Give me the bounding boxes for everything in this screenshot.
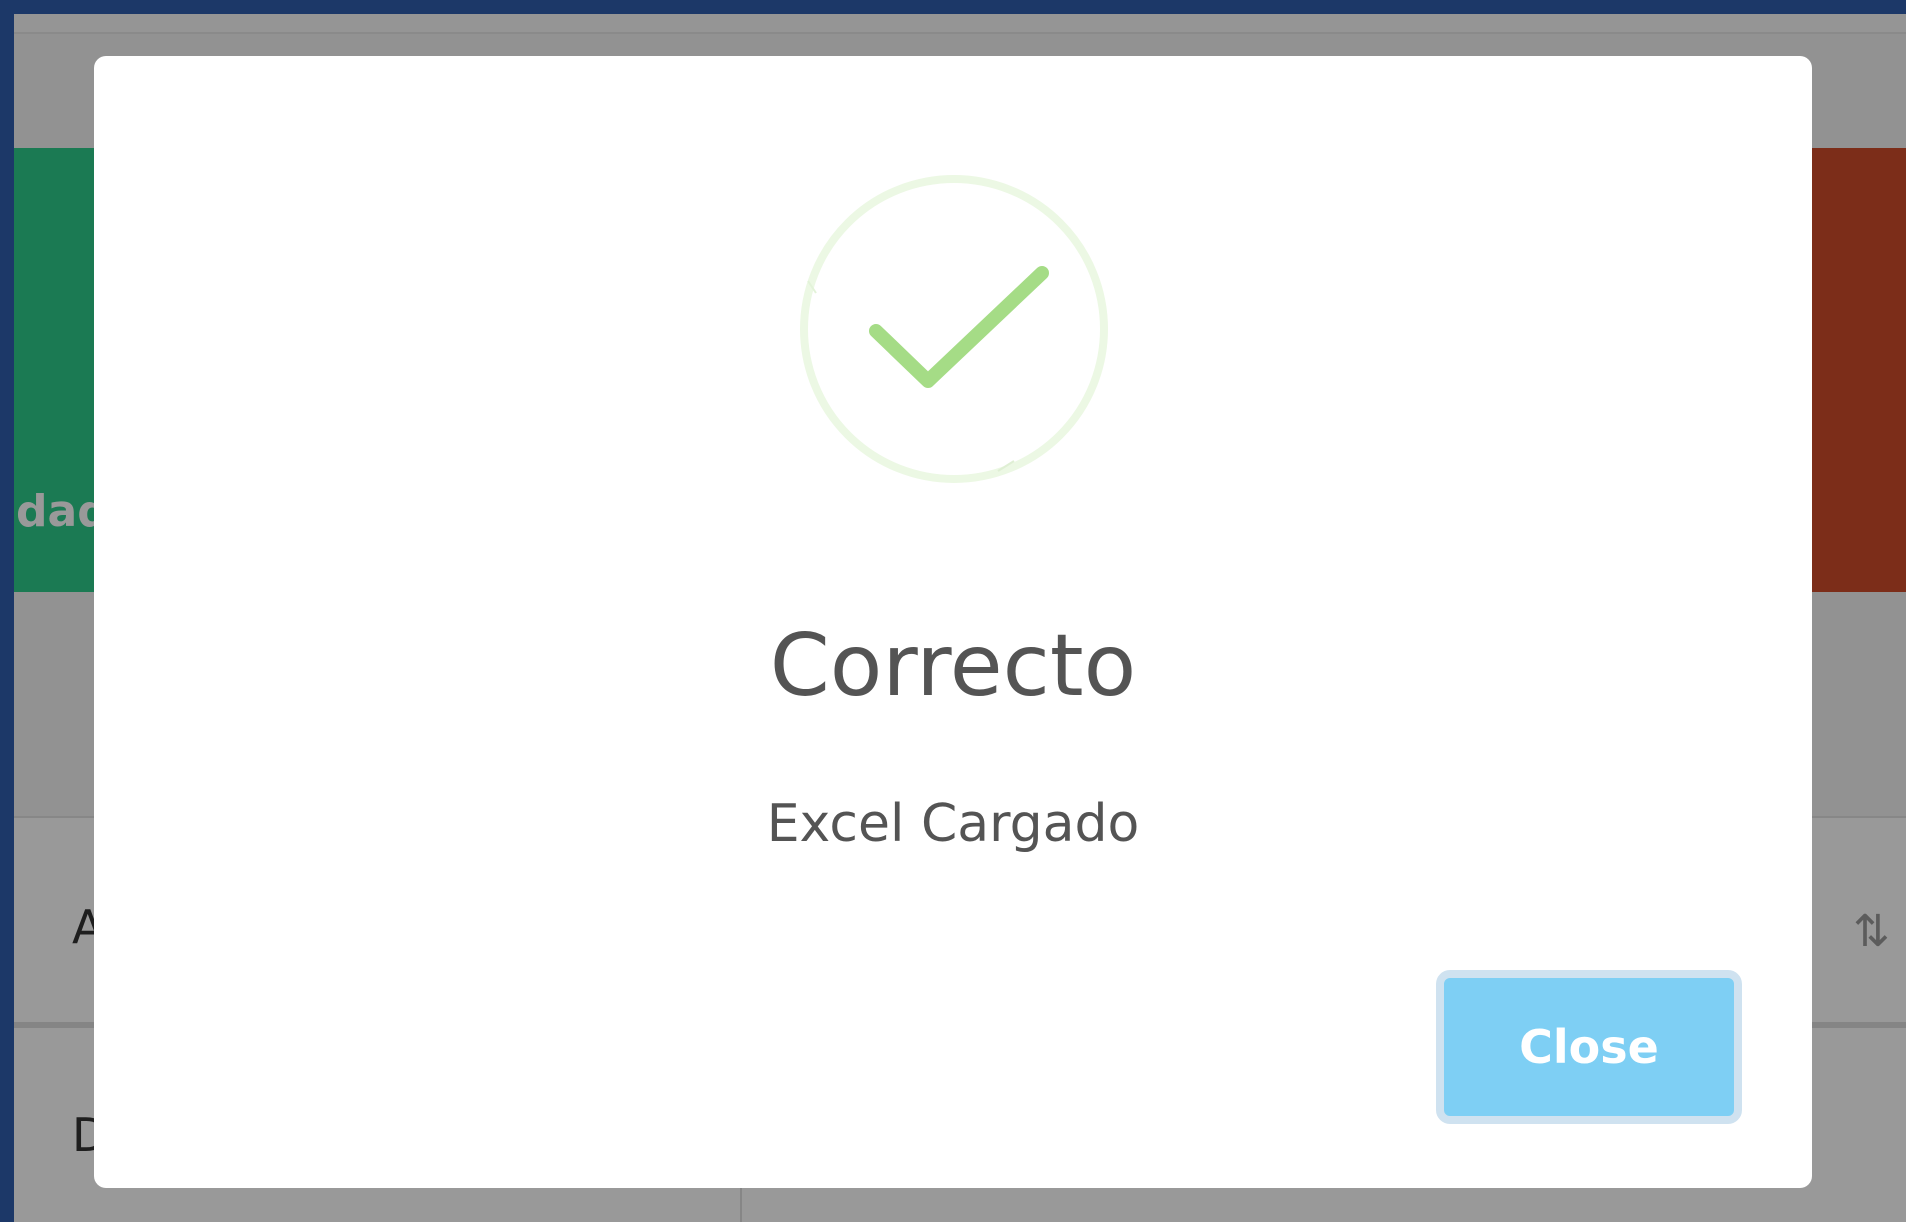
success-check-icon	[800, 175, 1108, 483]
success-dialog: Correcto Excel Cargado Close	[94, 56, 1812, 1188]
dialog-message: Excel Cargado	[766, 794, 1140, 854]
dialog-title: Correcto	[769, 616, 1137, 716]
close-button[interactable]: Close	[1436, 970, 1742, 1124]
